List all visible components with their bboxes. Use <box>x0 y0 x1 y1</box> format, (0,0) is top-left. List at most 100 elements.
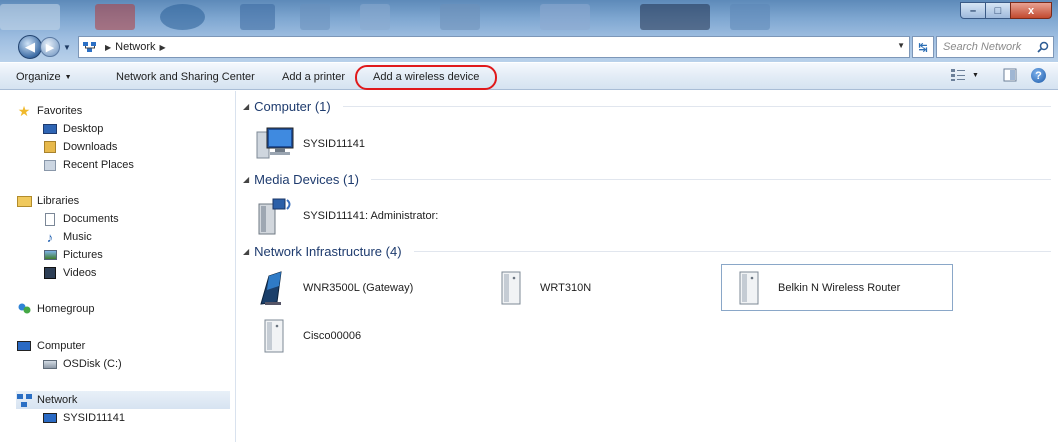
videos-icon <box>42 266 58 280</box>
group-divider <box>342 106 1051 107</box>
group-title: Network Infrastructure (4) <box>254 244 402 259</box>
sidebar-item-label: Music <box>63 231 92 243</box>
view-options[interactable]: ▼ <box>950 68 979 82</box>
navigation-pane: ★ Favorites Desktop Downloads Recent Pla… <box>0 91 236 442</box>
sidebar-item-favorites[interactable]: ★ Favorites <box>16 102 246 120</box>
address-dropdown[interactable]: ▼ <box>897 41 905 50</box>
sidebar-item-libraries[interactable]: Libraries <box>16 192 246 210</box>
sidebar-item-label: Videos <box>63 267 97 279</box>
organize-menu[interactable]: Organize ▼ <box>16 71 72 83</box>
sidebar-item-homegroup[interactable]: Homegroup <box>16 300 246 318</box>
collapse-triangle-icon[interactable]: ◢ <box>243 175 249 184</box>
device-name: SYSID11141 <box>303 138 365 150</box>
help-icon: ? <box>1031 68 1046 83</box>
router-icon <box>730 268 770 308</box>
router-icon <box>492 268 532 308</box>
network-sharing-center-button[interactable]: Network and Sharing Center <box>116 71 255 83</box>
change-view-icon[interactable] <box>950 68 966 82</box>
preview-pane-icon <box>1003 68 1017 82</box>
maximize-button[interactable]: □ <box>985 2 1011 19</box>
group-divider <box>413 251 1051 252</box>
sidebar-item-label: Network <box>37 394 78 406</box>
desktop-icon <box>42 122 58 136</box>
aero-decoration <box>300 4 330 30</box>
breadcrumb-network[interactable]: Network <box>115 41 155 53</box>
collapse-triangle-icon[interactable]: ◢ <box>243 102 249 111</box>
music-icon: ♪ <box>46 229 54 245</box>
router-icon <box>255 316 295 356</box>
close-button[interactable]: x <box>1010 2 1052 19</box>
forward-button[interactable]: ▶ <box>40 37 60 57</box>
device-tile[interactable]: SYSID11141: Administrator: <box>255 193 438 239</box>
computer-icon <box>42 411 58 425</box>
drive-icon <box>42 357 58 371</box>
device-tile[interactable]: WRT310N <box>492 265 591 311</box>
back-button[interactable]: ◀ <box>18 35 42 59</box>
media-device-icon <box>255 196 295 236</box>
aero-decoration <box>240 4 275 30</box>
sidebar-item-label: Pictures <box>63 249 103 261</box>
chevron-down-icon[interactable]: ▼ <box>972 72 979 79</box>
minimize-button[interactable]: – <box>960 2 986 19</box>
group-header-media-devices[interactable]: ◢ Media Devices (1) <box>243 172 1051 187</box>
aero-decoration <box>160 4 205 30</box>
aero-decoration <box>730 4 770 30</box>
sidebar-item-label: OSDisk (C:) <box>63 358 122 370</box>
device-name: SYSID11141: Administrator: <box>303 210 439 222</box>
homegroup-icon <box>16 302 32 316</box>
search-input[interactable]: Search Network <box>936 36 1054 58</box>
network-icon <box>16 393 32 407</box>
computer-icon <box>16 339 32 353</box>
sidebar-item-label: Computer <box>37 340 86 352</box>
device-name: Cisco00006 <box>303 330 362 342</box>
sidebar-item-label: Desktop <box>63 123 104 135</box>
preview-pane-button[interactable] <box>1003 68 1017 82</box>
pictures-icon <box>42 248 58 262</box>
sidebar-item-label: Favorites <box>37 105 83 117</box>
add-wireless-device-button[interactable]: Add a wireless device <box>373 71 479 83</box>
sidebar-item-label: Homegroup <box>37 303 95 315</box>
add-printer-button[interactable]: Add a printer <box>282 71 345 83</box>
sidebar-item-network[interactable]: Network <box>16 391 230 409</box>
device-name: WNR3500L (Gateway) <box>303 282 414 294</box>
group-title: Computer (1) <box>254 99 331 114</box>
sidebar-item-label: SYSID11141 <box>63 412 125 424</box>
address-bar[interactable]: ▶ Network ▶ ▼ <box>78 36 910 58</box>
group-divider <box>370 179 1051 180</box>
device-name: Belkin N Wireless Router <box>778 281 901 294</box>
device-tile-selected[interactable]: Belkin N Wireless Router <box>721 264 953 311</box>
star-icon: ★ <box>17 102 31 119</box>
chevron-down-icon: ▼ <box>64 73 72 81</box>
collapse-triangle-icon[interactable]: ◢ <box>243 247 249 256</box>
network-icon <box>83 42 96 52</box>
breadcrumb-separator[interactable]: ▶ <box>105 43 111 52</box>
title-bar: – □ x ◀ ▶ ▼ ▶ Network ▶ ▼ ↹ Search Netwo… <box>0 0 1058 62</box>
recent-places-icon <box>42 158 58 172</box>
computer-icon <box>255 124 295 164</box>
sidebar-item-computer[interactable]: Computer <box>16 337 246 355</box>
refresh-button[interactable]: ↹ <box>912 36 934 58</box>
group-header-computer[interactable]: ◢ Computer (1) <box>243 99 1051 114</box>
breadcrumb-separator[interactable]: ▶ <box>160 43 166 52</box>
aero-decoration <box>440 4 480 30</box>
content-pane: ◢ Computer (1) SYSID11141 ◢ Media Device… <box>237 91 1058 442</box>
organize-label: Organize <box>16 71 61 83</box>
sidebar-item-label: Recent Places <box>63 159 134 171</box>
gateway-router-icon <box>255 268 295 308</box>
device-tile[interactable]: Cisco00006 <box>255 313 361 359</box>
group-header-network-infrastructure[interactable]: ◢ Network Infrastructure (4) <box>243 244 1051 259</box>
downloads-icon <box>42 140 58 154</box>
search-icon[interactable] <box>1037 41 1049 53</box>
command-bar: Organize ▼ Network and Sharing Center Add… <box>0 62 1058 90</box>
documents-icon <box>42 212 58 226</box>
search-placeholder: Search Network <box>943 41 1022 53</box>
device-tile[interactable]: WNR3500L (Gateway) <box>255 265 413 311</box>
aero-decoration <box>95 4 135 30</box>
aero-decoration <box>360 4 390 30</box>
device-tile[interactable]: SYSID11141 <box>255 121 365 167</box>
libraries-icon <box>16 194 32 208</box>
recent-pages-dropdown[interactable]: ▼ <box>63 43 71 52</box>
help-button[interactable]: ? <box>1031 68 1046 83</box>
aero-decoration <box>640 4 710 30</box>
device-name: WRT310N <box>540 282 592 294</box>
